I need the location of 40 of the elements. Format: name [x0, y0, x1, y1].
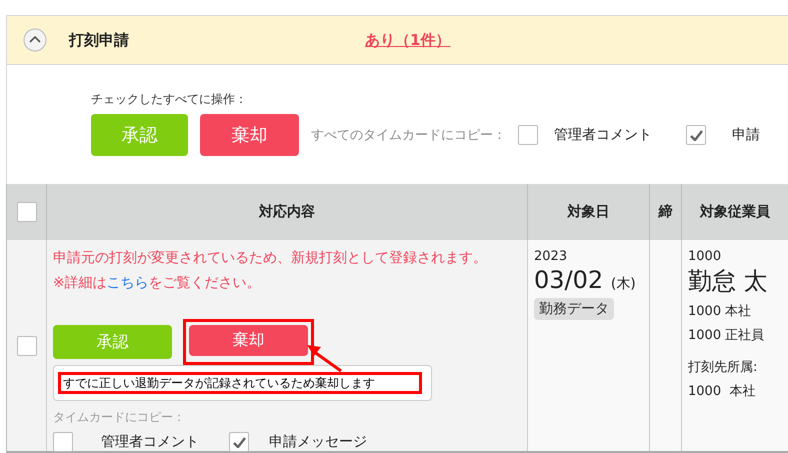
reject-button[interactable]: 棄却: [189, 325, 308, 356]
employment-text: 1000 正社員: [688, 327, 766, 345]
punch-department: 1000 本社: [688, 383, 756, 401]
check-icon: [690, 130, 702, 140]
department-text: 1000 本社: [688, 303, 752, 321]
column-header: 対応内容: [47, 184, 528, 240]
bulk-label: チェックしたすべてに操作：: [91, 91, 248, 108]
date-text: 03/02: [534, 266, 604, 294]
checkbox[interactable]: [686, 125, 706, 145]
details-link[interactable]: こちら: [106, 275, 149, 291]
punch-label: 打刻先所属:: [688, 359, 758, 377]
copy-label: すべてのタイムカードにコピー：: [311, 127, 506, 144]
count-link[interactable]: あり（1件）: [365, 30, 450, 50]
column-header: 対象日: [528, 184, 650, 240]
checkbox[interactable]: [16, 202, 36, 222]
approve-button[interactable]: 承認: [91, 114, 188, 156]
option-label: 管理者コメント: [554, 126, 652, 144]
option-label: 申請メッセージ: [269, 433, 367, 451]
checkbox[interactable]: [53, 432, 73, 452]
checkbox[interactable]: [229, 432, 249, 452]
option-label: 申請: [732, 126, 760, 144]
collapse-icon[interactable]: [23, 28, 47, 52]
note-text: ※詳細はこちら をご覧ください。: [53, 274, 262, 293]
option-label: 管理者コメント: [101, 433, 199, 451]
section-title: 打刻申請: [69, 30, 130, 50]
reject-button[interactable]: 棄却: [200, 114, 299, 156]
warning-text: 申請元の打刻が変更されているため、新規打刻として登録されます。: [53, 249, 488, 268]
employee-code: 1000: [688, 248, 722, 266]
comment-field[interactable]: すでに正しい退勤データが記録されているため棄却します: [53, 365, 432, 401]
check-icon: [232, 436, 246, 448]
data-tag: 勤務データ: [534, 298, 614, 320]
employee-name: 勤怠 太: [688, 266, 769, 296]
column-header: 締: [650, 184, 682, 240]
checkbox[interactable]: [518, 125, 538, 145]
column-header: 対象従業員: [682, 184, 788, 240]
copy-label: タイムカードにコピー：: [53, 409, 186, 426]
weekday-text: (木): [610, 276, 636, 292]
year-text: 2023: [534, 248, 568, 266]
approve-button[interactable]: 承認: [53, 325, 172, 359]
checkbox[interactable]: [16, 336, 36, 356]
